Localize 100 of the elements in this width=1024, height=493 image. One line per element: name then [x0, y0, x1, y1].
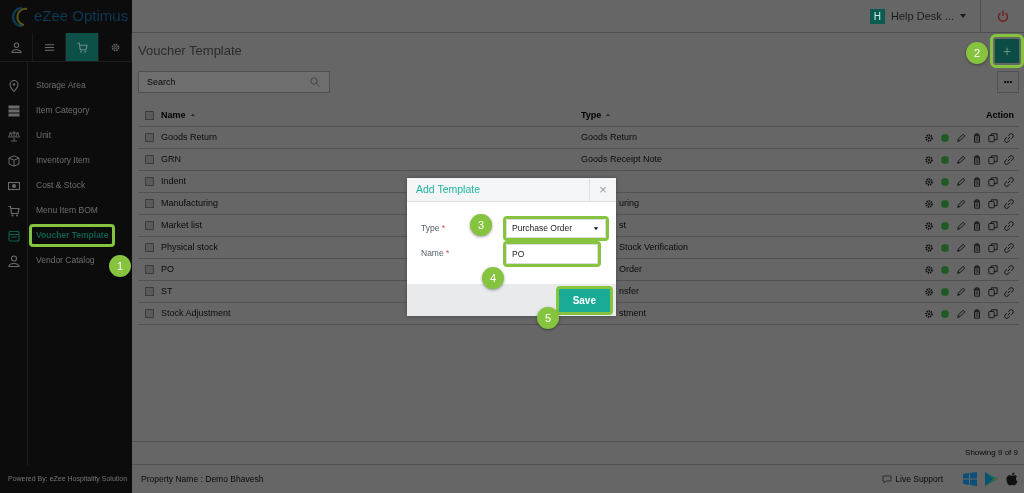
sidebar-tab[interactable] [66, 33, 99, 61]
box-icon [8, 154, 20, 167]
pencil-icon[interactable] [956, 220, 966, 231]
sort-icon[interactable] [605, 112, 612, 119]
sidebar-item[interactable]: Unit [29, 124, 59, 147]
table-cell: GRN [161, 153, 181, 164]
trash-icon[interactable] [972, 132, 982, 143]
more-button[interactable]: ••• [997, 71, 1019, 93]
user-icon [8, 254, 20, 267]
pencil-icon[interactable] [956, 198, 966, 209]
cart-icon [76, 41, 88, 53]
row-checkbox[interactable] [145, 199, 154, 208]
settings-icon[interactable] [924, 242, 934, 253]
pencil-icon[interactable] [956, 286, 966, 297]
settings-icon[interactable] [924, 132, 934, 143]
cart-icon [8, 204, 20, 217]
pencil-icon[interactable] [956, 308, 966, 319]
live-support-link[interactable]: Live Support [895, 472, 943, 486]
pencil-icon[interactable] [956, 154, 966, 165]
sidebar-item[interactable]: Menu Item BOM [29, 199, 105, 222]
sidebar-item[interactable]: Voucher Template [29, 224, 116, 247]
sidebar-item[interactable]: Inventory Item [29, 149, 97, 172]
close-button[interactable]: × [589, 177, 616, 202]
trash-icon[interactable] [972, 176, 982, 187]
copy-icon[interactable] [988, 242, 998, 253]
link-icon[interactable] [1004, 286, 1014, 297]
copy-icon[interactable] [988, 308, 998, 319]
pencil-icon[interactable] [956, 132, 966, 143]
select-all-checkbox[interactable] [145, 111, 154, 120]
link-icon[interactable] [1004, 176, 1014, 187]
link-icon[interactable] [1004, 308, 1014, 319]
settings-icon[interactable] [924, 176, 934, 187]
property-name: Property Name : Demo Bhavesh [141, 472, 264, 486]
search-field[interactable]: Search [138, 71, 330, 93]
brand-name: eZee Optimus [34, 6, 129, 27]
column-header[interactable]: Type [581, 109, 602, 120]
power-icon[interactable] [996, 10, 1009, 22]
copy-icon[interactable] [988, 220, 998, 231]
trash-icon[interactable] [972, 154, 982, 165]
user-icon [10, 41, 22, 53]
sidebar-item[interactable]: Vendor Catalog [29, 249, 102, 272]
table-cell: Order [619, 263, 642, 274]
row-checkbox[interactable] [145, 177, 154, 186]
server-icon [8, 104, 20, 117]
settings-icon[interactable] [924, 286, 934, 297]
table-cell: Manufacturing [161, 197, 219, 208]
save-button[interactable]: Save [558, 288, 610, 312]
row-checkbox[interactable] [145, 243, 154, 252]
pencil-icon[interactable] [956, 176, 966, 187]
trash-icon[interactable] [972, 242, 982, 253]
row-checkbox[interactable] [145, 309, 154, 318]
copy-icon[interactable] [988, 264, 998, 275]
caret-icon[interactable] [960, 14, 966, 18]
logo-icon [10, 5, 30, 28]
settings-icon[interactable] [924, 264, 934, 275]
settings-icon[interactable] [924, 154, 934, 165]
copy-icon[interactable] [988, 286, 998, 297]
sidebar-item[interactable]: Cost & Stock [29, 174, 93, 197]
copy-icon[interactable] [988, 198, 998, 209]
pencil-icon[interactable] [956, 242, 966, 253]
sidebar-item[interactable]: Item Category [29, 99, 97, 122]
row-checkbox[interactable] [145, 265, 154, 274]
trash-icon[interactable] [972, 286, 982, 297]
copy-icon[interactable] [988, 154, 998, 165]
link-icon[interactable] [1004, 220, 1014, 231]
user-menu[interactable]: Help Desk ... [891, 7, 954, 25]
column-header: Action [986, 108, 1015, 122]
trash-icon[interactable] [972, 198, 982, 209]
link-icon[interactable] [1004, 154, 1014, 165]
settings-icon[interactable] [924, 308, 934, 319]
row-checkbox[interactable] [145, 155, 154, 164]
field-label: Name * [421, 248, 450, 259]
link-icon[interactable] [1004, 132, 1014, 143]
pencil-icon[interactable] [956, 264, 966, 275]
windows-icon[interactable] [963, 472, 977, 486]
link-icon[interactable] [1004, 242, 1014, 253]
sidebar-item[interactable]: Storage Area [29, 74, 93, 97]
trash-icon[interactable] [972, 220, 982, 231]
copy-icon[interactable] [988, 132, 998, 143]
link-icon[interactable] [1004, 198, 1014, 209]
play-store-icon[interactable] [985, 472, 998, 486]
row-checkbox[interactable] [145, 133, 154, 142]
name-input[interactable]: PO [506, 243, 598, 264]
calendar-icon [8, 229, 20, 242]
row-checkbox[interactable] [145, 287, 154, 296]
type-select[interactable]: Purchase Order [506, 219, 606, 238]
link-icon[interactable] [1004, 264, 1014, 275]
sort-icon[interactable] [189, 112, 196, 119]
table-cell: Goods Return [161, 131, 218, 142]
settings-icon[interactable] [924, 220, 934, 231]
settings-icon[interactable] [924, 198, 934, 209]
copy-icon[interactable] [988, 176, 998, 187]
row-checkbox[interactable] [145, 221, 154, 230]
trash-icon[interactable] [972, 264, 982, 275]
trash-icon[interactable] [972, 308, 982, 319]
cash-icon [8, 179, 20, 192]
page-title: Voucher Template [138, 43, 242, 59]
table-cell: Stock Verification [619, 241, 689, 252]
apple-icon[interactable] [1006, 472, 1018, 486]
column-header[interactable]: Name [161, 109, 186, 120]
